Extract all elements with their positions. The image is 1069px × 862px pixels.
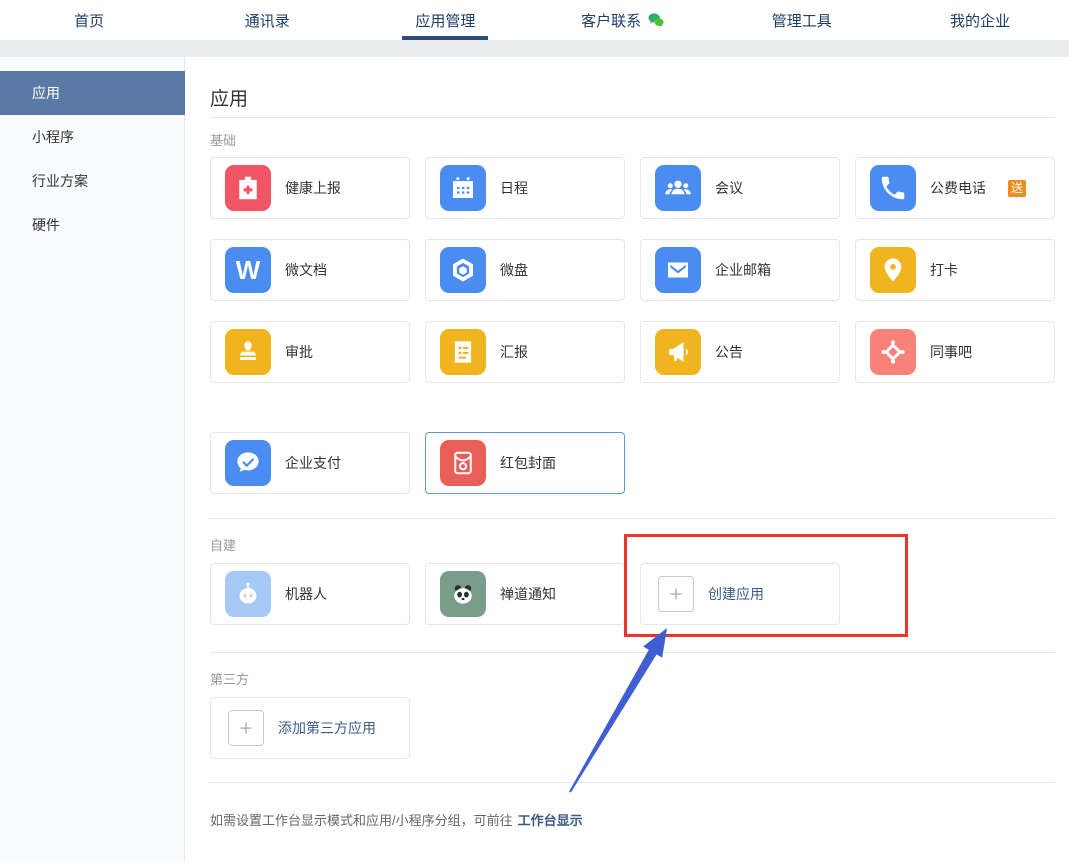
app-card-wedrive[interactable]: 微盘 [425,239,625,301]
location-pin-icon [870,247,916,293]
divider [210,782,1055,783]
nav-label: 客户联系 [581,12,642,30]
app-label: 会议 [715,180,743,196]
w-letter: W [235,255,261,285]
app-label: 日程 [500,180,528,196]
app-label: 健康上报 [285,180,341,196]
meeting-icon [655,165,701,211]
section-label-custom: 自建 [210,538,237,553]
app-label: 微文档 [285,262,327,278]
nav-item-customer-contact[interactable]: 客户联系 [535,0,713,40]
add-third-party-app-button[interactable]: 添加第三方应用 [210,697,410,759]
app-card-wedoc[interactable]: W 微文档 [210,239,410,301]
app-label: 微盘 [500,262,528,278]
nav-item-home[interactable]: 首页 [0,0,178,40]
nav-label: 应用管理 [415,12,476,30]
sidebar-item-label: 应用 [32,85,60,101]
nav-label: 管理工具 [771,12,832,30]
app-card-colleague-bar[interactable]: 同事吧 [855,321,1055,383]
add-third-party-label: 添加第三方应用 [278,720,376,736]
report-doc-icon [440,329,486,375]
app-card-checkin[interactable]: 打卡 [855,239,1055,301]
nav-item-contacts[interactable]: 通讯录 [178,0,356,40]
doc-w-icon: W [225,247,271,293]
app-card-announcement[interactable]: 公告 [640,321,840,383]
app-label: 企业邮箱 [715,262,771,278]
app-label: 公告 [715,344,743,360]
plus-icon [228,710,264,746]
sidebar-item-hardware[interactable]: 硬件 [0,203,185,247]
app-card-zentao-notify[interactable]: 禅道通知 [425,563,625,625]
main-content: 应用 基础 健康上报 日程 会议 公费电话 送 W 微文档 微盘 企业邮箱 打卡… [186,57,1069,862]
create-app-label: 创建应用 [708,586,764,602]
nav-label: 首页 [74,12,105,30]
app-card-meeting[interactable]: 会议 [640,157,840,219]
workbench-display-link[interactable]: 工作台显示 [518,813,583,828]
app-label: 打卡 [930,262,958,278]
app-card-approval[interactable]: 审批 [210,321,410,383]
footer-note: 如需设置工作台显示模式和应用/小程序分组，可前往 工作台显示 [210,810,583,829]
app-label: 审批 [285,344,313,360]
app-card-red-packet-cover[interactable]: 红包封面 [425,432,625,494]
drive-icon [440,247,486,293]
app-card-report[interactable]: 汇报 [425,321,625,383]
sidebar-item-label: 小程序 [32,129,74,145]
sidebar-item-apps[interactable]: 应用 [0,71,185,115]
payment-apps-grid: 企业支付 红包封面 [210,432,1055,494]
approval-stamp-icon [225,329,271,375]
plus-icon [658,576,694,612]
sidebar-item-industry-solutions[interactable]: 行业方案 [0,159,185,203]
section-label-third-party: 第三方 [210,672,250,687]
app-label: 禅道通知 [500,586,556,602]
nav-item-app-management[interactable]: 应用管理 [356,0,534,40]
megaphone-icon [655,329,701,375]
health-report-icon [225,165,271,211]
create-app-button[interactable]: 创建应用 [640,563,840,625]
mail-icon [655,247,701,293]
nav-label: 我的企业 [949,12,1010,30]
app-label: 公费电话 [930,180,986,196]
app-card-health-report[interactable]: 健康上报 [210,157,410,219]
divider [210,652,1055,653]
pay-bubble-icon [225,440,271,486]
app-label: 企业支付 [285,455,341,471]
divider [210,117,1055,118]
header-separator-band [0,40,1069,57]
app-label: 汇报 [500,344,528,360]
basic-apps-grid: 健康上报 日程 会议 公费电话 送 W 微文档 微盘 企业邮箱 打卡 审批 汇报… [210,157,1055,383]
sidebar-item-label: 硬件 [32,217,60,233]
app-card-corp-pay[interactable]: 企业支付 [210,432,410,494]
nav-item-my-company[interactable]: 我的企业 [891,0,1069,40]
wechat-bubbles-icon [646,10,666,30]
app-management-page: 首页 通讯录 应用管理 客户联系 管理工具 我的企业 应用 小程序 行业方案 硬… [0,0,1069,862]
footer-text: 如需设置工作台显示模式和应用/小程序分组，可前往 [210,813,513,828]
section-label-basic: 基础 [210,133,237,148]
panda-photo-icon [440,571,486,617]
divider [210,518,1055,519]
gift-badge: 送 [1008,179,1027,197]
top-nav: 首页 通讯录 应用管理 客户联系 管理工具 我的企业 [0,0,1069,40]
app-card-mail[interactable]: 企业邮箱 [640,239,840,301]
nav-item-admin-tools[interactable]: 管理工具 [713,0,891,40]
red-packet-icon [440,440,486,486]
calendar-icon [440,165,486,211]
app-card-schedule[interactable]: 日程 [425,157,625,219]
colleague-diamond-icon [870,329,916,375]
sidebar-item-label: 行业方案 [32,173,88,189]
third-party-grid: 添加第三方应用 [210,697,1055,759]
sidebar: 应用 小程序 行业方案 硬件 [0,57,185,862]
sidebar-item-miniprograms[interactable]: 小程序 [0,115,185,159]
nav-label: 通讯录 [244,12,290,30]
robot-icon [225,571,271,617]
phone-icon [870,165,916,211]
page-title: 应用 [210,89,249,110]
app-card-free-call[interactable]: 公费电话 送 [855,157,1055,219]
app-label: 红包封面 [500,455,556,471]
app-label: 机器人 [285,586,327,602]
app-label: 同事吧 [930,344,972,360]
app-card-robot[interactable]: 机器人 [210,563,410,625]
custom-apps-grid: 机器人 禅道通知 创建应用 [210,563,1055,625]
